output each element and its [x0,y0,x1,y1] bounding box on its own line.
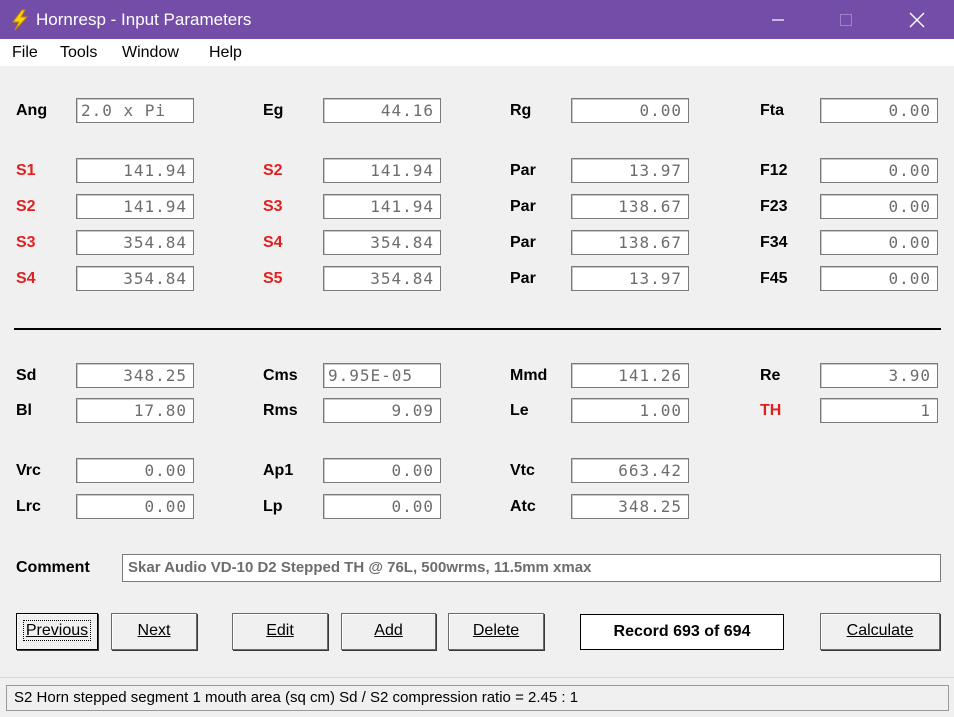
section-divider [14,328,941,330]
ap1-field[interactable]: 0.00 [323,458,441,483]
s3b-label: S3 [16,234,36,251]
s5-field[interactable]: 354.84 [323,266,441,291]
par3-label: Par [510,234,536,251]
title-bar[interactable]: Hornresp - Input Parameters [0,0,954,39]
s3-field[interactable]: 141.94 [323,194,441,219]
s4-label: S4 [263,234,283,251]
rg-label: Rg [510,102,532,119]
ap1-label: Ap1 [263,462,294,479]
fta-field[interactable]: 0.00 [820,98,938,123]
cms-field[interactable]: 9.95E-05 [323,363,441,388]
delete-button[interactable]: Delete [448,613,544,650]
bl-field[interactable]: 17.80 [76,398,194,423]
maximize-button[interactable] [823,0,869,39]
vrc-field[interactable]: 0.00 [76,458,194,483]
s3-label: S3 [263,198,283,215]
previous-button-label: Previous [22,620,92,641]
f23-field[interactable]: 0.00 [820,194,938,219]
menu-help[interactable]: Help [209,44,242,62]
ang-label: Ang [16,102,48,119]
le-field[interactable]: 1.00 [571,398,689,423]
s4b-field[interactable]: 354.84 [76,266,194,291]
par1-field[interactable]: 13.97 [571,158,689,183]
s2b-field[interactable]: 141.94 [76,194,194,219]
close-button[interactable] [894,0,940,39]
menu-window[interactable]: Window [122,44,179,62]
maximize-icon [840,14,852,27]
menu-tools[interactable]: Tools [60,44,97,62]
f34-label: F34 [760,234,788,251]
atc-label: Atc [510,498,536,515]
lrc-label: Lrc [16,498,41,515]
lightning-bolt-icon [12,9,29,31]
mmd-label: Mmd [510,367,548,384]
s1-field[interactable]: 141.94 [76,158,194,183]
s5-label: S5 [263,270,283,287]
fta-label: Fta [760,102,784,119]
atc-field[interactable]: 348.25 [571,494,689,519]
rms-label: Rms [263,402,298,419]
f34-field[interactable]: 0.00 [820,230,938,255]
re-field[interactable]: 3.90 [820,363,938,388]
f12-field[interactable]: 0.00 [820,158,938,183]
menu-file[interactable]: File [12,44,38,62]
hornresp-window: Hornresp - Input Parameters File Tools W… [0,0,954,717]
eg-label: Eg [263,102,284,119]
comment-field[interactable]: Skar Audio VD-10 D2 Stepped TH @ 76L, 50… [122,554,941,582]
minimize-icon [772,19,784,21]
calculate-button[interactable]: Calculate [820,613,940,650]
s2-label: S2 [263,162,283,179]
next-button[interactable]: Next [111,613,197,650]
close-icon [909,12,925,28]
f23-label: F23 [760,198,788,215]
previous-button[interactable]: Previous [16,613,98,650]
comment-label: Comment [16,559,90,576]
bl-label: Bl [16,402,32,419]
vrc-label: Vrc [16,462,41,479]
par1-label: Par [510,162,536,179]
ang-field[interactable]: 2.0 x Pi [76,98,194,123]
record-indicator: Record 693 of 694 [580,614,784,650]
s4b-label: S4 [16,270,36,287]
lrc-field[interactable]: 0.00 [76,494,194,519]
status-separator [0,677,954,678]
par2-field[interactable]: 138.67 [571,194,689,219]
window-title: Hornresp - Input Parameters [36,10,252,29]
s1-label: S1 [16,162,36,179]
cms-label: Cms [263,367,298,384]
s2b-label: S2 [16,198,36,215]
vtc-label: Vtc [510,462,535,479]
s3b-field[interactable]: 354.84 [76,230,194,255]
mmd-field[interactable]: 141.26 [571,363,689,388]
vtc-field[interactable]: 663.42 [571,458,689,483]
lp-label: Lp [263,498,283,515]
f12-label: F12 [760,162,788,179]
status-bar: S2 Horn stepped segment 1 mouth area (sq… [6,685,949,711]
re-label: Re [760,367,781,384]
th-label: TH [760,402,782,419]
par2-label: Par [510,198,536,215]
s4-field[interactable]: 354.84 [323,230,441,255]
f45-field[interactable]: 0.00 [820,266,938,291]
s2-field[interactable]: 141.94 [323,158,441,183]
par4-field[interactable]: 13.97 [571,266,689,291]
par3-field[interactable]: 138.67 [571,230,689,255]
th-field[interactable]: 1 [820,398,938,423]
rg-field[interactable]: 0.00 [571,98,689,123]
eg-field[interactable]: 44.16 [323,98,441,123]
edit-button[interactable]: Edit [232,613,328,650]
le-label: Le [510,402,529,419]
par4-label: Par [510,270,536,287]
add-button[interactable]: Add [341,613,436,650]
lp-field[interactable]: 0.00 [323,494,441,519]
f45-label: F45 [760,270,788,287]
sd-label: Sd [16,367,37,384]
sd-field[interactable]: 348.25 [76,363,194,388]
menu-bar: File Tools Window Help [0,39,954,66]
minimize-button[interactable] [755,0,801,39]
rms-field[interactable]: 9.09 [323,398,441,423]
